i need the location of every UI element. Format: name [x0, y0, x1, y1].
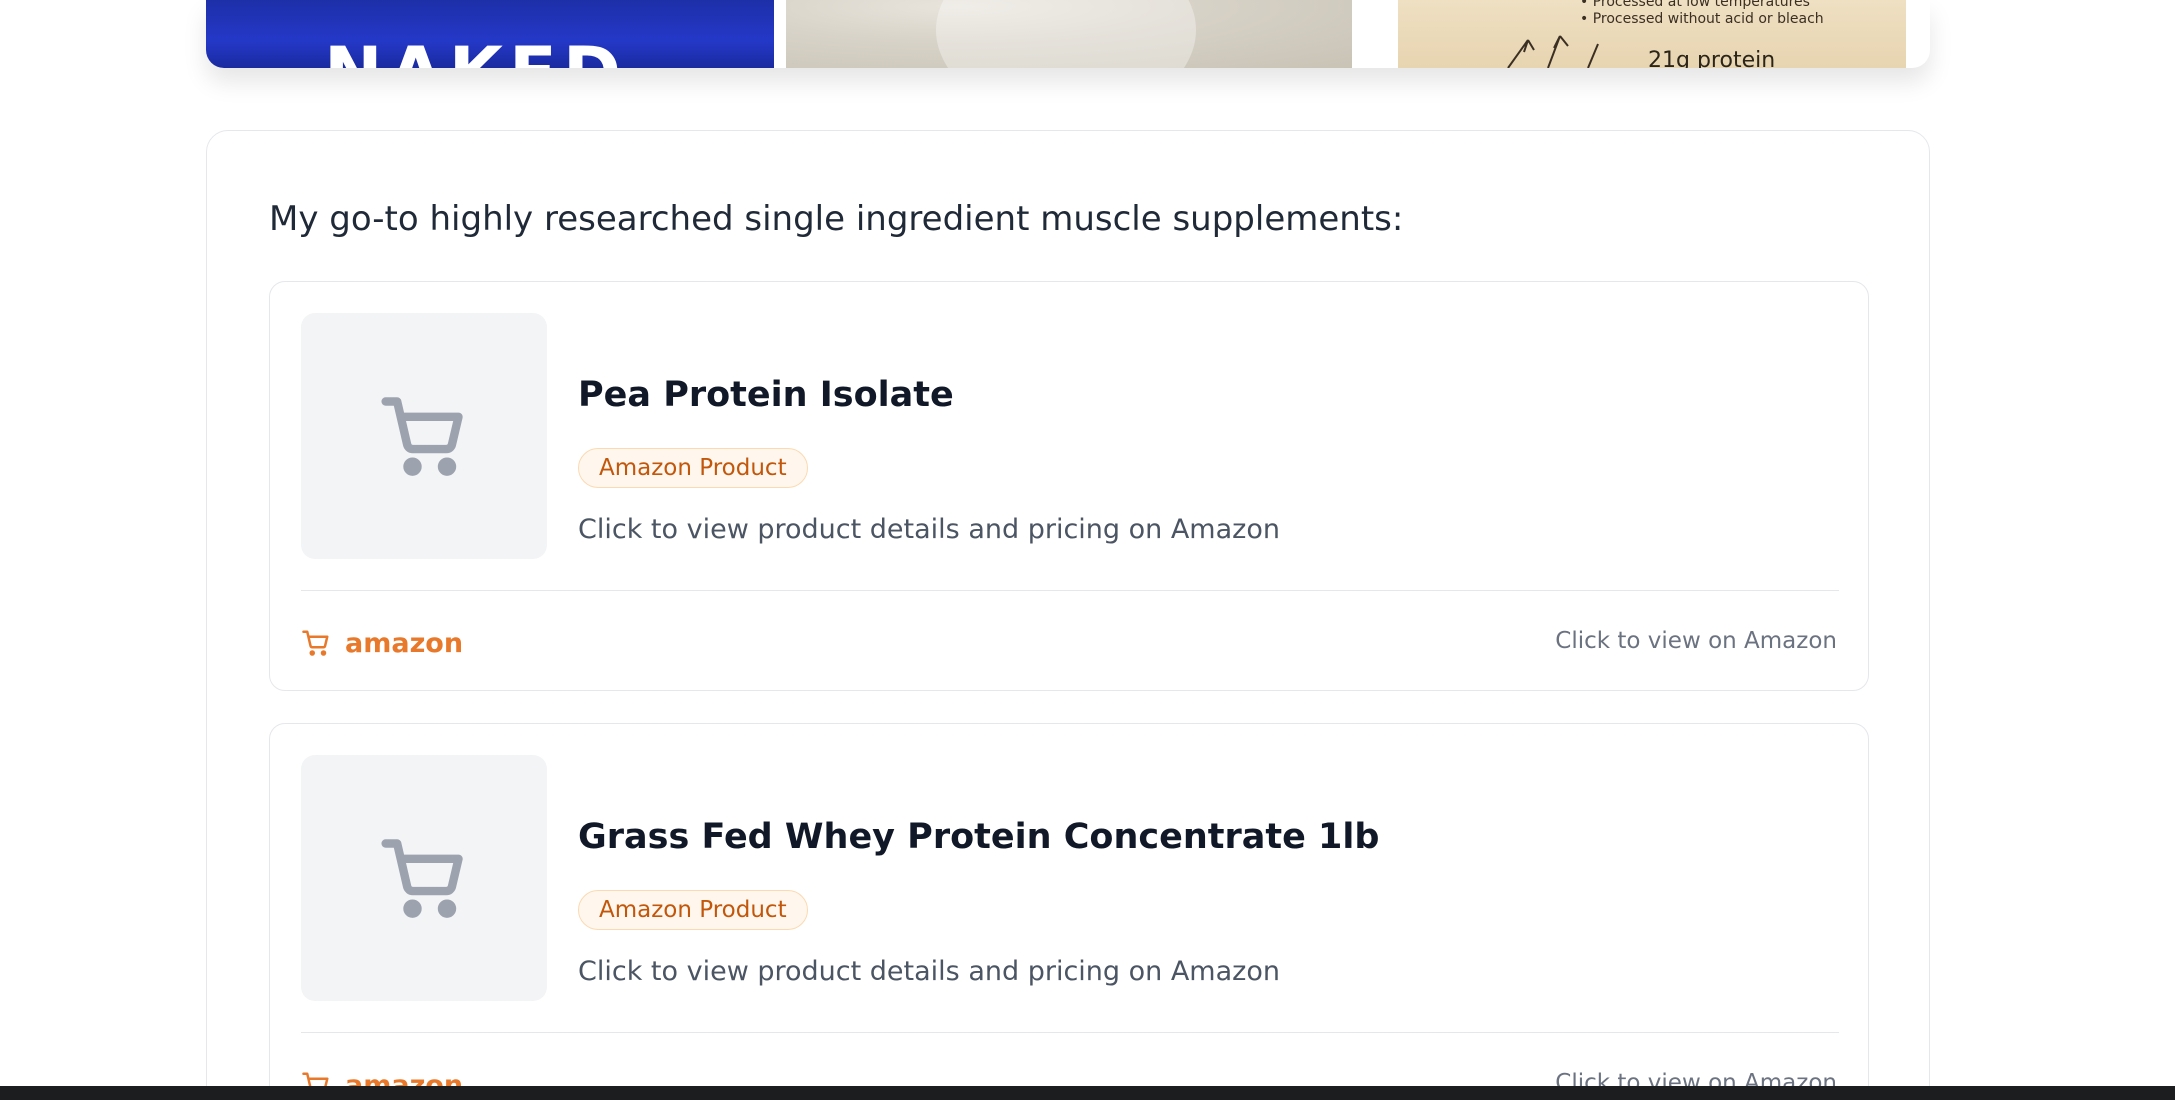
cart-icon	[381, 839, 463, 918]
card-divider	[301, 590, 1839, 591]
neutral-product-image[interactable]	[786, 0, 1352, 68]
supplements-section: My go-to highly researched single ingred…	[206, 130, 1930, 1100]
bag-text-line-1: • Processed at low temperatures	[1580, 0, 1810, 10]
image-swoosh	[936, 0, 1196, 68]
bag-text-line-2: • Processed without acid or bleach	[1580, 11, 1824, 27]
product-thumbnail[interactable]	[301, 755, 547, 1001]
product-description: Click to view product details and pricin…	[578, 514, 1280, 545]
naked-brand-text: NAKED	[324, 38, 627, 68]
product-title[interactable]: Pea Protein Isolate	[578, 375, 954, 415]
product-title[interactable]: Grass Fed Whey Protein Concentrate 1lb	[578, 817, 1379, 857]
bag-protein-text: 21g protein	[1648, 48, 1776, 68]
plant-sketch-icon	[1507, 35, 1599, 68]
amazon-product-badge: Amazon Product	[578, 890, 808, 930]
bottom-bar	[0, 1086, 2175, 1100]
view-on-amazon-link[interactable]: Click to view on Amazon	[1555, 628, 1837, 654]
product-description: Click to view product details and pricin…	[578, 956, 1280, 987]
card-divider	[301, 1032, 1839, 1033]
protein-bag-image[interactable]: • Processed at low temperatures • Proces…	[1398, 0, 1906, 68]
cart-icon	[302, 630, 329, 656]
product-card[interactable]: Pea Protein Isolate Amazon Product Click…	[269, 281, 1869, 691]
amazon-product-badge: Amazon Product	[578, 448, 808, 488]
product-image-strip: NAKED • Processed at low temperatures • …	[206, 0, 1930, 68]
section-title: My go-to highly researched single ingred…	[269, 199, 1404, 239]
cart-icon	[381, 397, 463, 476]
amazon-store-link[interactable]: amazon	[301, 626, 463, 660]
product-thumbnail[interactable]	[301, 313, 547, 559]
page: NAKED • Processed at low temperatures • …	[0, 0, 2175, 1100]
product-card[interactable]: Grass Fed Whey Protein Concentrate 1lb A…	[269, 723, 1869, 1100]
naked-product-image[interactable]: NAKED	[206, 0, 774, 68]
amazon-label: amazon	[345, 627, 464, 659]
